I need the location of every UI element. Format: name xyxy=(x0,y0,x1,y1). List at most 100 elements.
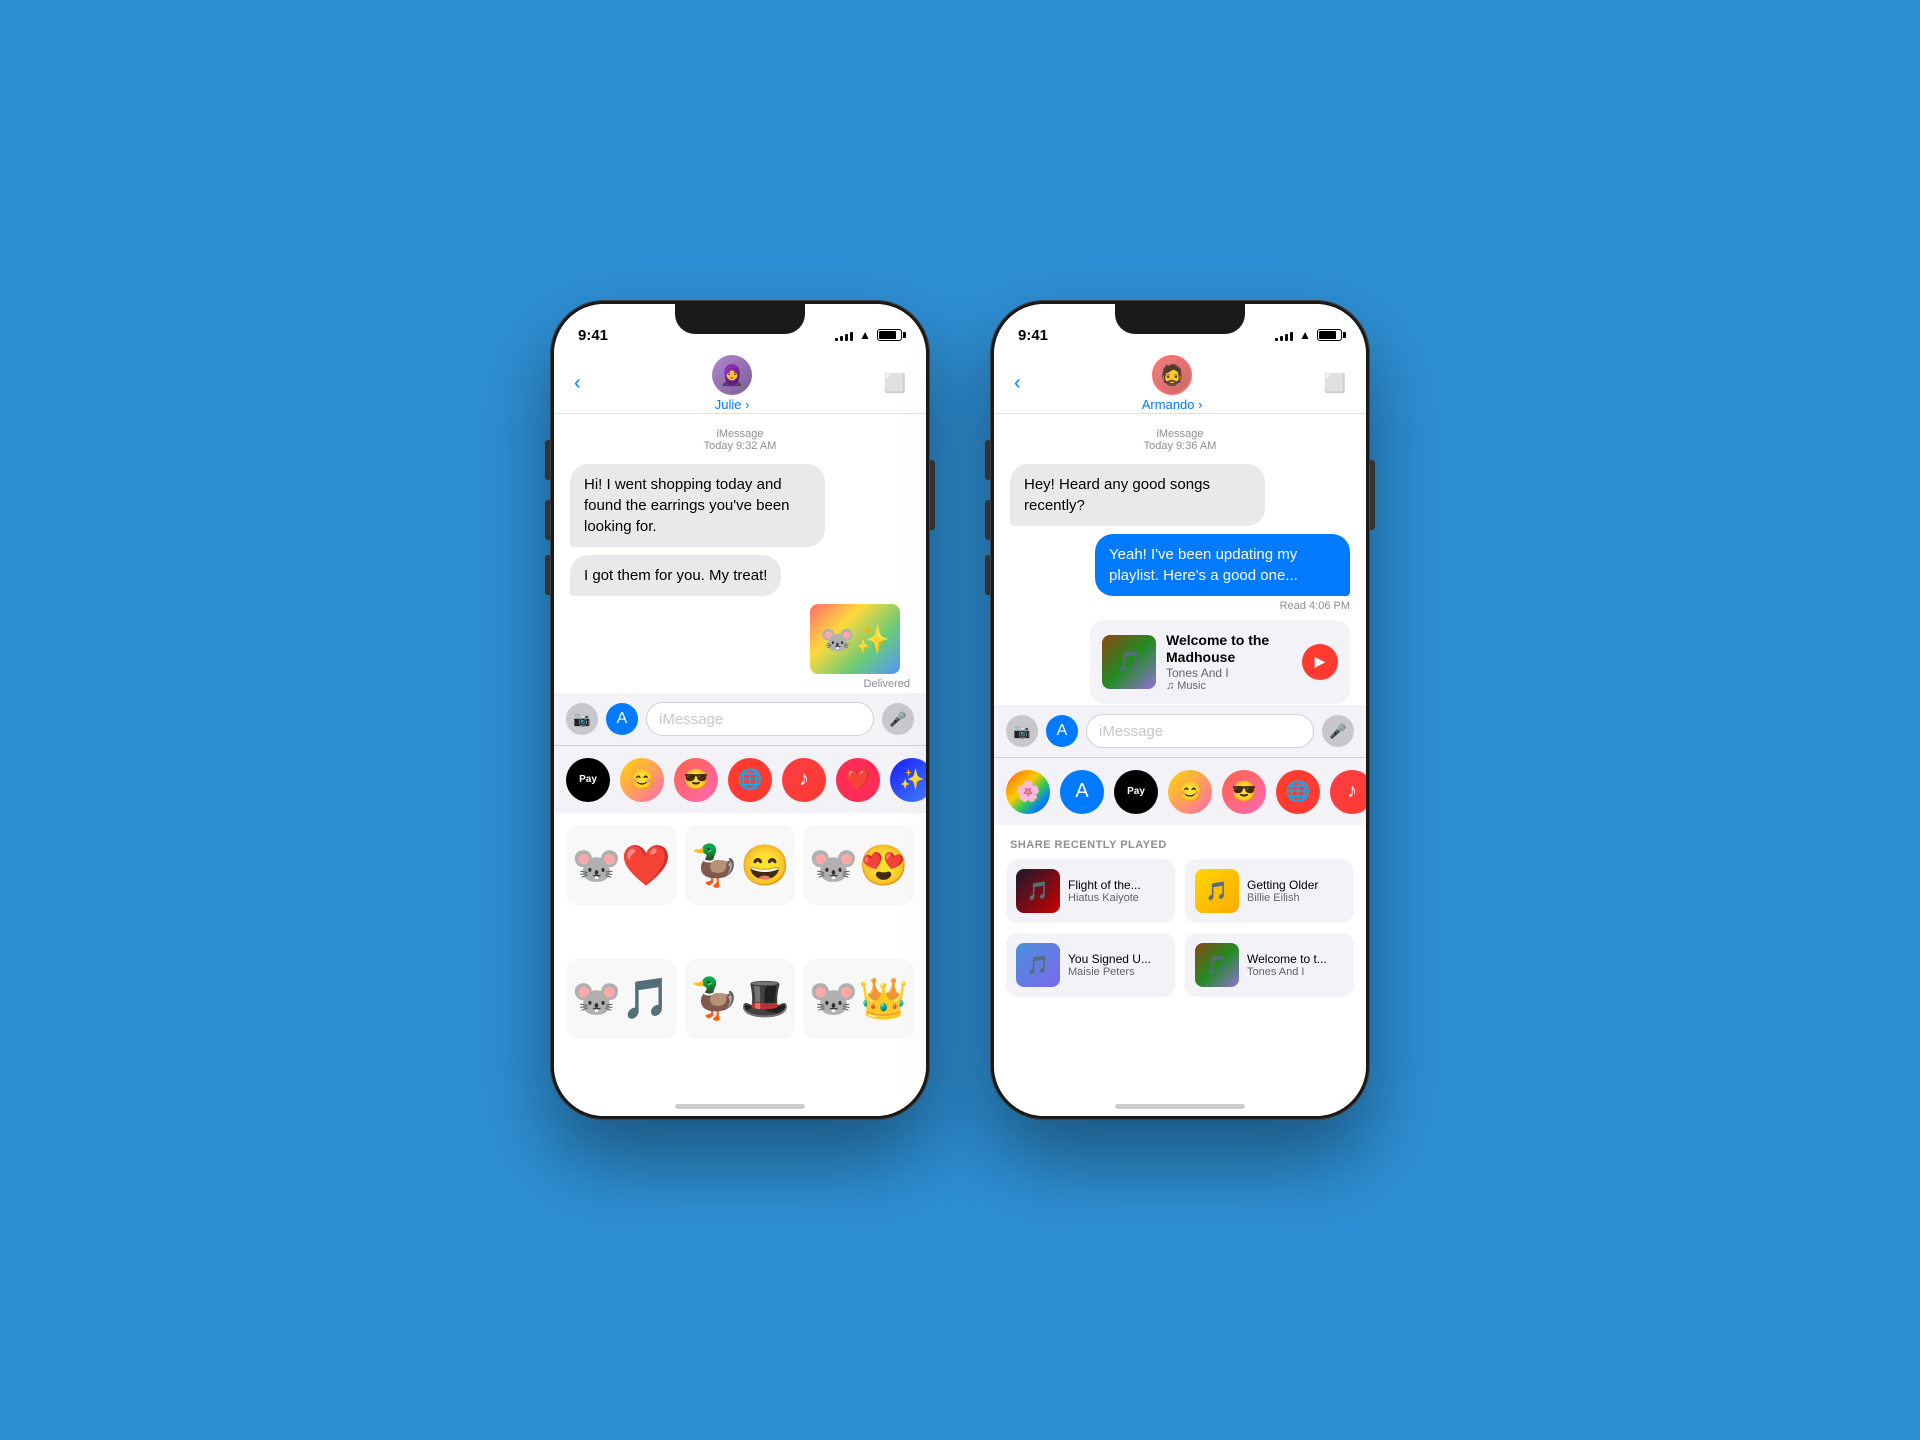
share-artist-welcome: Tones And I xyxy=(1247,966,1344,978)
app-tray-right: 🌸 A Pay 😊 😎 🌐 ♪ xyxy=(994,757,1366,825)
message-input-left[interactable]: iMessage xyxy=(646,702,874,736)
battery-icon-left xyxy=(877,329,902,341)
tray-memoji2-right[interactable]: 😎 xyxy=(1222,770,1266,814)
read-label-right: Read 4:06 PM xyxy=(1010,600,1350,612)
delivered-label-left: Delivered xyxy=(570,678,910,690)
share-song-getting-older: Getting Older xyxy=(1247,878,1344,892)
share-panel-right: SHARE RECENTLY PLAYED 🎵 Flight of the...… xyxy=(994,825,1366,1096)
notch-right xyxy=(1115,304,1245,334)
status-time-right: 9:41 xyxy=(1018,327,1048,344)
message-received-right: Hey! Heard any good songs recently? xyxy=(1010,464,1265,526)
contact-name-left[interactable]: Julie › xyxy=(715,397,750,412)
music-info-right: Welcome to the Madhouse Tones And I ♫ Mu… xyxy=(1166,632,1292,692)
share-song-you-signed: You Signed U... xyxy=(1068,952,1165,966)
share-title-right: SHARE RECENTLY PLAYED xyxy=(994,825,1366,859)
tray-memoji1-right[interactable]: 😊 xyxy=(1168,770,1212,814)
vol-up-button[interactable] xyxy=(545,500,550,540)
message-received-2-left: I got them for you. My treat! xyxy=(570,555,781,596)
share-item-you-signed[interactable]: 🎵 You Signed U... Maisie Peters xyxy=(1006,933,1175,997)
music-artist-right: Tones And I xyxy=(1166,666,1292,680)
share-artist-you-signed: Maisie Peters xyxy=(1068,966,1165,978)
tray-globe-left[interactable]: 🌐 xyxy=(728,758,772,802)
status-time-left: 9:41 xyxy=(578,327,608,344)
tray-photos-right[interactable]: 🌸 xyxy=(1006,770,1050,814)
apps-button-left[interactable]: A xyxy=(606,703,638,735)
voice-button-left[interactable]: 🎤 xyxy=(882,703,914,735)
share-artist-flight: Hiatus Kaiyote xyxy=(1068,892,1165,904)
tray-music-right[interactable]: ♪ xyxy=(1330,770,1366,814)
input-bar-right: 📷 A iMessage 🎤 xyxy=(994,705,1366,757)
message-received-1-left: Hi! I went shopping today and found the … xyxy=(570,464,825,547)
tray-music-left[interactable]: ♪ xyxy=(782,758,826,802)
music-title-right: Welcome to the Madhouse xyxy=(1166,632,1292,666)
back-button-left[interactable]: ‹ xyxy=(574,372,581,395)
nav-bar-right: ‹ 🧔 Armando › ⬜ xyxy=(994,354,1366,414)
share-item-welcome[interactable]: 🎵 Welcome to t... Tones And I xyxy=(1185,933,1354,997)
sticker-6[interactable]: 🐭👑 xyxy=(803,959,914,1039)
vol-down-button[interactable] xyxy=(545,555,550,595)
phones-container: 9:41 ▲ ‹ xyxy=(550,300,1370,1120)
status-bar-left: 9:41 ▲ xyxy=(554,304,926,354)
share-song-welcome: Welcome to t... xyxy=(1247,952,1344,966)
nav-center-left: 🧕 Julie › xyxy=(712,355,752,412)
message-input-right[interactable]: iMessage xyxy=(1086,714,1314,748)
sticker-5[interactable]: 🦆🎩 xyxy=(685,959,796,1039)
back-button-right[interactable]: ‹ xyxy=(1014,372,1021,395)
camera-button-left[interactable]: 📷 xyxy=(566,703,598,735)
sticker-panel-left: 🐭❤️ 🦆😄 🐭😍 🐭🎵 🦆🎩 🐭👑 xyxy=(554,813,926,1096)
tray-applepay-left[interactable]: Pay xyxy=(566,758,610,802)
wifi-icon-left: ▲ xyxy=(859,328,871,342)
contact-name-right[interactable]: Armando › xyxy=(1142,397,1203,412)
status-icons-right: ▲ xyxy=(1275,328,1342,342)
sticker-1[interactable]: 🐭❤️ xyxy=(566,825,677,905)
music-source-right: ♫ Music xyxy=(1166,680,1292,692)
battery-icon-right xyxy=(1317,329,1342,341)
sticker-2[interactable]: 🦆😄 xyxy=(685,825,796,905)
share-art-flight: 🎵 xyxy=(1016,869,1060,913)
share-item-getting-older[interactable]: 🎵 Getting Older Billie Eilish xyxy=(1185,859,1354,923)
share-art-you-signed: 🎵 xyxy=(1016,943,1060,987)
message-sent-right: Yeah! I've been updating my playlist. He… xyxy=(1095,534,1350,596)
status-bar-right: 9:41 ▲ xyxy=(994,304,1366,354)
status-icons-left: ▲ xyxy=(835,328,902,342)
avatar-right[interactable]: 🧔 xyxy=(1152,355,1192,395)
video-button-right[interactable]: ⬜ xyxy=(1324,373,1346,394)
timestamp-right: iMessage Today 9:36 AM xyxy=(1010,428,1350,452)
tray-memoji2-left[interactable]: 😎 xyxy=(674,758,718,802)
tray-memoji1-left[interactable]: 😊 xyxy=(620,758,664,802)
notch-left xyxy=(675,304,805,334)
share-artist-getting-older: Billie Eilish xyxy=(1247,892,1344,904)
voice-button-right[interactable]: 🎤 xyxy=(1322,715,1354,747)
messages-area-right: iMessage Today 9:36 AM Hey! Heard any go… xyxy=(994,414,1366,705)
music-art-right: 🎵 xyxy=(1102,635,1156,689)
music-card-right[interactable]: 🎵 Welcome to the Madhouse Tones And I ♫ … xyxy=(1090,620,1350,704)
vol-down-button-right[interactable] xyxy=(985,555,990,595)
avatar-left[interactable]: 🧕 xyxy=(712,355,752,395)
messages-area-left: iMessage Today 9:32 AM Hi! I went shoppi… xyxy=(554,414,926,693)
camera-button-right[interactable]: 📷 xyxy=(1006,715,1038,747)
sticker-3[interactable]: 🐭😍 xyxy=(803,825,914,905)
tray-globe-right[interactable]: 🌐 xyxy=(1276,770,1320,814)
tray-disney-left[interactable]: ✨ xyxy=(890,758,926,802)
home-indicator-left xyxy=(554,1096,926,1116)
share-grid-right: 🎵 Flight of the... Hiatus Kaiyote 🎵 Gett… xyxy=(994,859,1366,997)
music-play-button-right[interactable]: ▶ xyxy=(1302,644,1338,680)
apps-button-right[interactable]: A xyxy=(1046,715,1078,747)
vol-up-button-right[interactable] xyxy=(985,500,990,540)
tray-appstore-right[interactable]: A xyxy=(1060,770,1104,814)
signal-icon-left xyxy=(835,329,853,341)
share-item-flight[interactable]: 🎵 Flight of the... Hiatus Kaiyote xyxy=(1006,859,1175,923)
sticker-4[interactable]: 🐭🎵 xyxy=(566,959,677,1039)
wifi-icon-right: ▲ xyxy=(1299,328,1311,342)
video-button-left[interactable]: ⬜ xyxy=(884,373,906,394)
tray-applepay-right[interactable]: Pay xyxy=(1114,770,1158,814)
input-bar-left: 📷 A iMessage 🎤 xyxy=(554,693,926,745)
nav-bar-left: ‹ 🧕 Julie › ⬜ xyxy=(554,354,926,414)
phone-right: 9:41 ▲ ‹ xyxy=(990,300,1370,1120)
app-tray-left: Pay 😊 😎 🌐 ♪ ❤️ ✨ xyxy=(554,745,926,813)
tray-hearts-left[interactable]: ❤️ xyxy=(836,758,880,802)
share-song-flight: Flight of the... xyxy=(1068,878,1165,892)
home-indicator-right xyxy=(994,1096,1366,1116)
timestamp-left: iMessage Today 9:32 AM xyxy=(570,428,910,452)
share-art-welcome: 🎵 xyxy=(1195,943,1239,987)
